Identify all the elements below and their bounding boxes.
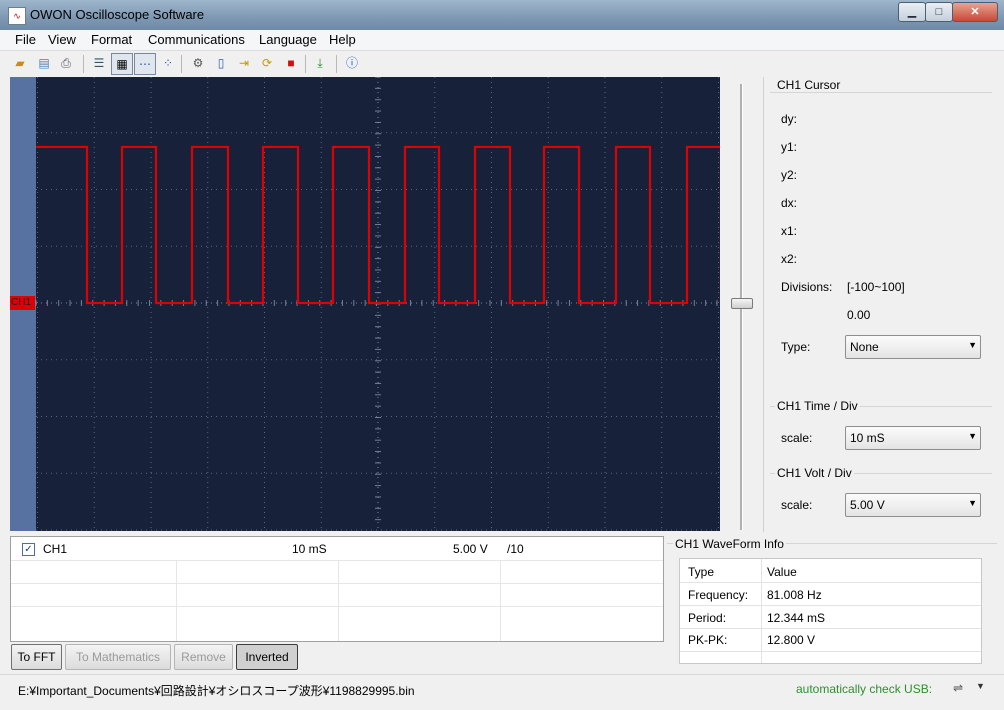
- panel-divider: [763, 77, 764, 532]
- toolbar: ▰ ▤ ⎙ ☰ ▦ ⋯ ⁘ ⚙ ▯ ⇥ ⟳ ■ ⤓ ⓘ: [0, 51, 1004, 77]
- volt-div-title: CH1 Volt / Div: [775, 466, 854, 480]
- menu-language[interactable]: Language: [259, 32, 317, 47]
- time-scale-label: scale:: [781, 431, 813, 445]
- chevron-down-icon: ▼: [968, 340, 977, 350]
- import-icon[interactable]: ⇥: [236, 55, 252, 71]
- channel-volt: 5.00 V: [453, 542, 488, 556]
- app-window: ∿ OWON Oscilloscope Software ▁ □ ✕ File …: [0, 0, 1004, 710]
- divisions-range: [-100~100]: [847, 280, 905, 294]
- menu-file[interactable]: File: [15, 32, 36, 47]
- toolbar-separator: [181, 55, 182, 73]
- cursor-icon[interactable]: ⁘: [160, 55, 176, 71]
- waveform-info-title: CH1 WaveForm Info: [673, 537, 786, 551]
- menu-help[interactable]: Help: [329, 32, 356, 47]
- menu-bar: File View Format Communications Language…: [0, 30, 1004, 51]
- cursor-type-value: None: [850, 340, 879, 354]
- channel-name: CH1: [43, 542, 68, 556]
- save-icon[interactable]: ▤: [36, 55, 52, 71]
- dropdown-arrow-icon[interactable]: ▼: [976, 681, 985, 691]
- type-label: Type:: [781, 340, 811, 354]
- col-divider: [338, 560, 339, 641]
- chevron-down-icon: ▼: [968, 498, 977, 508]
- status-bar: E:¥Important_Documents¥回路設計¥オシロスコープ波形¥11…: [0, 674, 1004, 710]
- row-divider: [11, 560, 663, 561]
- pkpk-label: PK-PK:: [688, 633, 728, 647]
- frequency-label: Frequency:: [688, 588, 749, 602]
- cursor-panel-title: CH1 Cursor: [775, 78, 843, 92]
- window-title: OWON Oscilloscope Software: [30, 7, 205, 22]
- group-border: [770, 92, 992, 93]
- x2-label: x2:: [781, 252, 798, 266]
- settings-icon[interactable]: ⚙: [190, 55, 206, 71]
- col-divider: [500, 560, 501, 641]
- period-value: 12.344 mS: [767, 611, 826, 625]
- title-bar: ∿ OWON Oscilloscope Software ▁ □ ✕: [0, 0, 1004, 30]
- frequency-value: 81.008 Hz: [767, 588, 822, 602]
- ch1-checkbox[interactable]: ✓: [22, 543, 35, 556]
- divisions-label: Divisions:: [781, 280, 833, 294]
- maximize-button[interactable]: □: [925, 2, 953, 22]
- refresh-icon[interactable]: ⟳: [259, 55, 275, 71]
- menu-view[interactable]: View: [48, 32, 76, 47]
- slider-thumb[interactable]: [731, 298, 753, 309]
- menu-communications[interactable]: Communications: [148, 32, 245, 47]
- export-icon[interactable]: ⤓: [312, 55, 328, 71]
- x1-label: x1:: [781, 224, 798, 238]
- inverted-button[interactable]: Inverted: [236, 644, 298, 670]
- grid-icon[interactable]: ▦: [111, 53, 133, 75]
- channel-list: ✓ CH1 10 mS 5.00 V /10: [10, 536, 664, 642]
- usb-status: automatically check USB:: [796, 682, 933, 696]
- table-row: Frequency: 81.008 Hz: [680, 583, 981, 606]
- remove-button[interactable]: Remove: [174, 644, 233, 670]
- table-row: PK-PK: 12.800 V: [680, 629, 981, 652]
- volt-scale-label: scale:: [781, 498, 813, 512]
- cursor-type-select[interactable]: None ▼: [845, 335, 981, 359]
- to-fft-button[interactable]: To FFT: [11, 644, 62, 670]
- table-row[interactable]: ✓ CH1 10 mS 5.00 V /10: [11, 537, 663, 560]
- oscilloscope-display: [10, 77, 720, 531]
- app-logo-icon: ∿: [8, 7, 26, 25]
- divisions-value[interactable]: 0.00: [847, 308, 870, 322]
- channel-probe: /10: [507, 542, 524, 556]
- open-icon[interactable]: ▰: [12, 55, 28, 71]
- ch1-level-marker[interactable]: CH1: [10, 296, 35, 310]
- y1-label: y1:: [781, 140, 798, 154]
- close-button[interactable]: ✕: [952, 2, 998, 22]
- dx-label: dx:: [781, 196, 798, 210]
- usb-icon: ⇌: [953, 681, 964, 695]
- info-header-value: Value: [767, 565, 797, 579]
- list-icon[interactable]: ☰: [91, 55, 107, 71]
- toolbar-separator: [336, 55, 337, 73]
- row-divider: [11, 606, 663, 607]
- waveform-plot: [35, 77, 720, 531]
- table-row: Period: 12.344 mS: [680, 606, 981, 629]
- waveform-info-table: Type Value Frequency: 81.008 Hz Period: …: [679, 558, 982, 664]
- time-scale-value: 10 mS: [850, 431, 885, 445]
- y2-label: y2:: [781, 168, 798, 182]
- volt-scale-value: 5.00 V: [850, 498, 885, 512]
- to-mathematics-button[interactable]: To Mathematics: [65, 644, 171, 670]
- print-icon[interactable]: ⎙: [58, 55, 74, 71]
- minimize-button[interactable]: ▁: [898, 2, 926, 22]
- period-label: Period:: [688, 611, 727, 625]
- toolbar-separator: [305, 55, 306, 73]
- pkpk-value: 12.800 V: [767, 633, 816, 647]
- volt-scale-select[interactable]: 5.00 V ▼: [845, 493, 981, 517]
- menu-format[interactable]: Format: [91, 32, 132, 47]
- time-div-title: CH1 Time / Div: [775, 399, 860, 413]
- toolbar-separator: [83, 55, 84, 73]
- dy-label: dy:: [781, 112, 798, 126]
- info-header-type: Type: [688, 565, 715, 579]
- help-icon[interactable]: ⓘ: [344, 55, 360, 71]
- col-divider: [176, 560, 177, 641]
- file-path: E:¥Important_Documents¥回路設計¥オシロスコープ波形¥11…: [18, 684, 415, 698]
- stop-icon[interactable]: ■: [283, 55, 299, 71]
- dots-icon[interactable]: ⋯: [134, 53, 156, 75]
- time-scale-select[interactable]: 10 mS ▼: [845, 426, 981, 450]
- channel-time: 10 mS: [292, 542, 327, 556]
- chevron-down-icon: ▼: [968, 431, 977, 441]
- row-divider: [11, 583, 663, 584]
- battery-icon[interactable]: ▯: [213, 55, 229, 71]
